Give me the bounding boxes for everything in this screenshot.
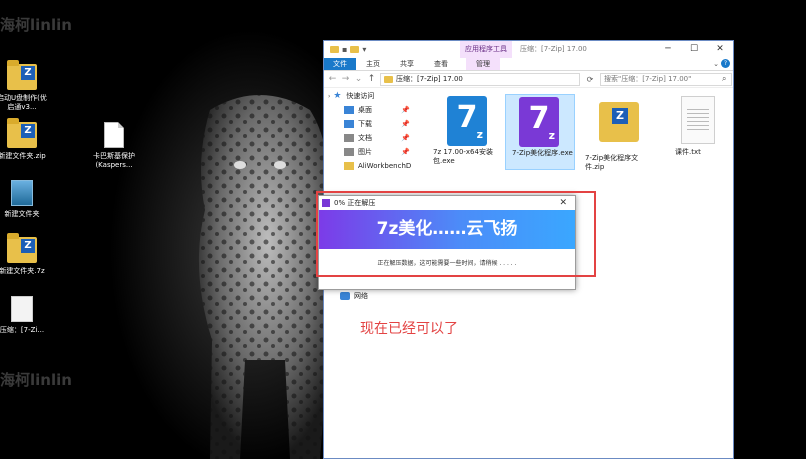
network-icon (340, 292, 350, 300)
desktop-icon-5[interactable]: 压缩：[7-Zi... (0, 296, 48, 335)
desktop-icon-1[interactable]: Z 新建文件夹.zip (0, 118, 48, 161)
desktop-icon-label: 卡巴斯基保护(Kaspers... (93, 152, 135, 169)
pin-icon: 📌 (401, 120, 410, 128)
address-bar-row: ← → ⌄ ↑ 压缩：[7-Zip] 17.00 ⟳ ⌕ (324, 71, 733, 88)
installer-icon (7, 180, 37, 208)
window-buttons: ─ ☐ ✕ (655, 41, 733, 58)
picture-icon (344, 148, 354, 156)
new-folder-icon[interactable] (350, 46, 360, 53)
forward-button[interactable]: → (341, 74, 350, 84)
file-item-selected[interactable]: 7z 7-Zip美化程序.exe (505, 94, 575, 170)
file-item[interactable]: Z 7-Zip美化程序文件.zip (585, 96, 655, 172)
star-icon: ★ (333, 91, 342, 101)
folder-icon (384, 75, 393, 83)
file-item[interactable]: 课件.txt (663, 96, 733, 157)
nav-item-label: 图片 (358, 148, 372, 156)
7zip-beautify-icon: 7z (519, 97, 561, 147)
nav-item-label: 下载 (358, 120, 372, 128)
folder-icon (330, 46, 339, 53)
file-name: 7-Zip美化程序.exe (512, 149, 573, 157)
nav-item-desktop[interactable]: 桌面 📌 (324, 103, 416, 117)
text-file-icon (677, 96, 719, 146)
search-icon: ⌕ (722, 74, 727, 83)
nav-item-label: 快速访问 (346, 92, 375, 100)
nav-item-documents[interactable]: 文档 📌 (324, 131, 416, 145)
nav-item-label: 网络 (354, 292, 368, 300)
up-button[interactable]: ↑ (367, 74, 376, 84)
zip-folder-icon: Z (599, 102, 641, 152)
desktop-icon-4[interactable]: Z 新建文件夹.7z (0, 233, 48, 276)
quick-access-toolbar: ▪ ▾ (324, 45, 366, 54)
nav-item-label: AliWorkbenchD (358, 162, 412, 170)
tab-view[interactable]: 查看 (424, 58, 458, 70)
7zip-installer-icon: 7z (447, 96, 489, 146)
minimize-button[interactable]: ─ (655, 41, 681, 58)
file-name: 课件.txt (675, 148, 701, 156)
watermark-top: 海柯linlin (0, 16, 72, 34)
nav-item-label: 桌面 (358, 106, 372, 114)
back-button[interactable]: ← (328, 74, 337, 84)
nav-item-aliworkbench[interactable]: AliWorkbenchD (324, 159, 416, 173)
file-name: 7-Zip美化程序文件.zip (585, 154, 639, 171)
ribbon-tabs: 文件 主页 共享 查看 管理 ⌄ ? (324, 58, 733, 71)
desktop-icon-label: 压缩：[7-Zi... (0, 326, 45, 334)
desktop-icon-label: 新建文件夹.7z (0, 267, 45, 275)
nav-item-downloads[interactable]: 下载 📌 (324, 117, 416, 131)
watermark-bottom: 海柯linlin (0, 371, 72, 389)
close-button[interactable]: ✕ (707, 41, 733, 58)
desktop-icon-label: 启动U盘制作(优启通v3... (0, 94, 47, 111)
tab-manage[interactable]: 管理 (466, 58, 500, 70)
nav-item-pictures[interactable]: 图片 📌 (324, 145, 416, 159)
properties-icon[interactable]: ▪ (342, 45, 347, 54)
annotation-text: 现在已经可以了 (360, 321, 458, 337)
address-bar[interactable]: 压缩：[7-Zip] 17.00 (380, 72, 580, 86)
7zip-folder-icon: Z (7, 118, 37, 150)
chevron-down-icon[interactable]: ⌄ (713, 60, 719, 68)
tab-share[interactable]: 共享 (390, 58, 424, 70)
pin-icon: 📌 (401, 106, 410, 114)
nav-item-label: 文档 (358, 134, 372, 142)
document-icon (344, 134, 354, 142)
7zip-folder-icon: Z (7, 233, 37, 265)
desktop-icon (344, 106, 354, 114)
maximize-button[interactable]: ☐ (681, 41, 707, 58)
desktop-icon-2[interactable]: 卡巴斯基保护(Kaspers... (88, 122, 140, 170)
file-icon (7, 296, 37, 324)
desktop-icon-3[interactable]: 新建文件夹 (0, 180, 48, 219)
file-name: 7z 17.00-x64安装包.exe (433, 148, 493, 165)
tab-home[interactable]: 主页 (356, 58, 390, 70)
window-title: 压缩：[7-Zip] 17.00 (520, 45, 587, 53)
context-tab-title: 应用程序工具 (460, 41, 512, 58)
address-path: 压缩：[7-Zip] 17.00 (396, 75, 463, 83)
nav-item-quick-access[interactable]: › ★ 快速访问 (324, 89, 416, 103)
folder-icon (344, 162, 354, 170)
download-icon (344, 120, 354, 128)
file-item[interactable]: 7z 7z 17.00-x64安装包.exe (433, 96, 503, 166)
customize-qat-icon[interactable]: ▾ (362, 45, 366, 54)
search-input[interactable] (600, 72, 732, 86)
desktop-icon-0[interactable]: Z 启动U盘制作(优启通v3... (0, 60, 48, 112)
tab-file[interactable]: 文件 (324, 58, 356, 70)
help-icon[interactable]: ? (721, 59, 730, 68)
highlight-box (316, 191, 596, 277)
7zip-folder-icon: Z (7, 60, 37, 92)
document-icon (99, 122, 129, 150)
desktop-icon-label: 新建文件夹 (4, 210, 40, 218)
recent-locations-button[interactable]: ⌄ (354, 74, 363, 84)
pin-icon: 📌 (401, 134, 410, 142)
desktop-icon-label: 新建文件夹.zip (0, 152, 46, 160)
nav-item-network[interactable]: 网络 (324, 289, 416, 303)
explorer-titlebar: ▪ ▾ 应用程序工具 压缩：[7-Zip] 17.00 ─ ☐ ✕ (324, 41, 733, 58)
pin-icon: 📌 (401, 148, 410, 156)
refresh-button[interactable]: ⟳ (584, 75, 596, 84)
